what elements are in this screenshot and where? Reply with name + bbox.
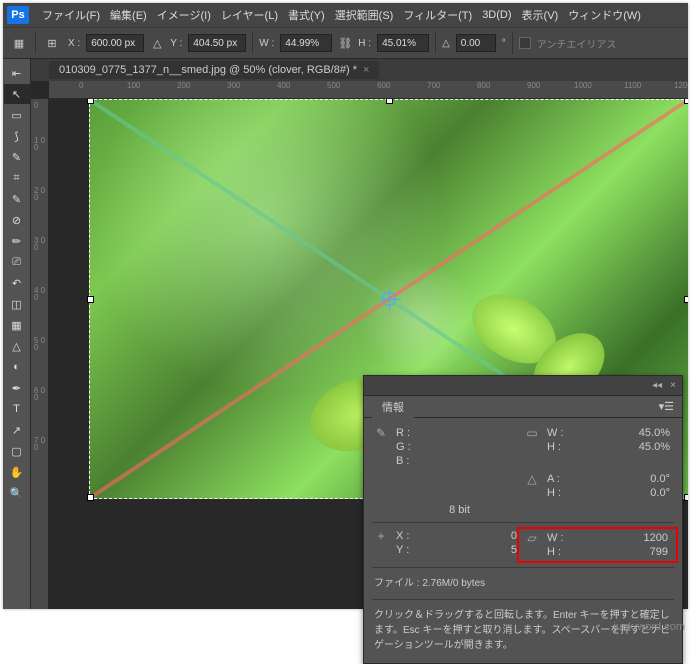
position-icon: + bbox=[372, 529, 390, 543]
app-logo[interactable]: Ps bbox=[7, 6, 29, 24]
antialias-checkbox[interactable] bbox=[519, 37, 531, 49]
y-input[interactable] bbox=[188, 34, 246, 52]
menu-window[interactable]: ウィンドウ(W) bbox=[563, 4, 646, 26]
file-size: ファイル : 2.76M/0 bytes bbox=[372, 572, 674, 595]
angle-input[interactable] bbox=[456, 34, 496, 52]
eraser-tool[interactable]: ◫ bbox=[4, 294, 30, 314]
dimensions-icon: ▭ bbox=[523, 426, 541, 440]
dimensions-icon: ▱ bbox=[523, 531, 541, 545]
move-tool[interactable]: ↖ bbox=[4, 84, 30, 104]
tab-title: 010309_0775_1377_n__smed.jpg @ 50% (clov… bbox=[59, 64, 357, 76]
hand-tool[interactable]: ✋ bbox=[4, 462, 30, 482]
eyedropper-tool[interactable]: ✎ bbox=[4, 189, 30, 209]
panel-header[interactable]: ◂◂ × bbox=[364, 376, 682, 396]
reference-point-icon[interactable]: ⊞ bbox=[42, 33, 62, 53]
history-brush-tool[interactable]: ↶ bbox=[4, 273, 30, 293]
pen-tool[interactable]: ✒ bbox=[4, 378, 30, 398]
menu-image[interactable]: イメージ(I) bbox=[152, 4, 216, 26]
menubar: Ps ファイル(F) 編集(E) イメージ(I) レイヤー(L) 書式(Y) 選… bbox=[3, 3, 688, 27]
tools-panel: ⇤ ↖ ▭ ⟆ ✎ ⌗ ✎ ⊘ ✏ ⎚ ↶ ◫ ▦ △ ◐ ✒ T ↗ ▢ ✋ … bbox=[3, 59, 31, 609]
collapse-icon[interactable]: ⇤ bbox=[4, 63, 30, 83]
menu-filter[interactable]: フィルター(T) bbox=[398, 4, 477, 26]
x-label: X : bbox=[68, 38, 80, 49]
document-tab[interactable]: 010309_0775_1377_n__smed.jpg @ 50% (clov… bbox=[49, 61, 379, 79]
link-icon[interactable]: ⛓ bbox=[338, 37, 352, 50]
bit-depth: 8 bit bbox=[396, 504, 523, 516]
triangle-icon: △ bbox=[150, 37, 164, 50]
gradient-tool[interactable]: ▦ bbox=[4, 315, 30, 335]
menu-type[interactable]: 書式(Y) bbox=[283, 4, 330, 26]
stamp-tool[interactable]: ⎚ bbox=[4, 252, 30, 272]
healing-tool[interactable]: ⊘ bbox=[4, 210, 30, 230]
w-label: W : bbox=[259, 38, 274, 49]
panel-tabs: 情報 ▾☰ bbox=[364, 396, 682, 418]
ruler-vertical[interactable]: 0 1 0 0 2 0 0 3 0 0 4 0 0 5 0 0 6 0 0 7 … bbox=[31, 99, 49, 609]
menu-edit[interactable]: 編集(E) bbox=[105, 4, 152, 26]
blur-tool[interactable]: △ bbox=[4, 336, 30, 356]
panel-menu-icon[interactable]: ▾☰ bbox=[659, 400, 674, 413]
angle-icon: △ bbox=[523, 472, 541, 486]
menu-select[interactable]: 選択範囲(S) bbox=[330, 4, 399, 26]
crop-tool[interactable]: ⌗ bbox=[4, 168, 30, 188]
lasso-tool[interactable]: ⟆ bbox=[4, 126, 30, 146]
main-area: ⇤ ↖ ▭ ⟆ ✎ ⌗ ✎ ⊘ ✏ ⎚ ↶ ◫ ▦ △ ◐ ✒ T ↗ ▢ ✋ … bbox=[3, 59, 688, 609]
type-tool[interactable]: T bbox=[4, 399, 30, 419]
menu-3d[interactable]: 3D(D) bbox=[477, 6, 516, 24]
menu-layer[interactable]: レイヤー(L) bbox=[216, 4, 283, 26]
menu-file[interactable]: ファイル(F) bbox=[37, 4, 105, 26]
tab-close-icon[interactable]: × bbox=[363, 64, 369, 76]
marquee-tool[interactable]: ▭ bbox=[4, 105, 30, 125]
x-input[interactable] bbox=[86, 34, 144, 52]
dodge-tool[interactable]: ◐ bbox=[4, 357, 30, 377]
ruler-horizontal[interactable]: 0 100 200 300 400 500 600 700 800 900 10… bbox=[49, 81, 688, 99]
y-label: Y : bbox=[170, 38, 182, 49]
highlighted-dimensions: ▱ W :1200 H :799 bbox=[517, 527, 678, 563]
quick-select-tool[interactable]: ✎ bbox=[4, 147, 30, 167]
antialias-label: アンチエイリアス bbox=[537, 36, 617, 51]
panel-close-icon[interactable]: × bbox=[670, 380, 676, 391]
info-tab[interactable]: 情報 bbox=[372, 396, 414, 418]
h-label: H : bbox=[358, 38, 371, 49]
panel-collapse-icon[interactable]: ◂◂ bbox=[652, 380, 662, 391]
photoshop-app: Ps ファイル(F) 編集(E) イメージ(I) レイヤー(L) 書式(Y) 選… bbox=[3, 3, 688, 609]
angle-unit: ° bbox=[502, 38, 506, 49]
watermark: junk-word.com bbox=[613, 621, 685, 633]
w-input[interactable] bbox=[280, 34, 332, 52]
path-select-tool[interactable]: ↗ bbox=[4, 420, 30, 440]
brush-tool[interactable]: ✏ bbox=[4, 231, 30, 251]
rectangle-tool[interactable]: ▢ bbox=[4, 441, 30, 461]
options-bar: ▦ ⊞ X : △ Y : W : ⛓ H : △ ° アンチエイリアス bbox=[3, 27, 688, 59]
h-input[interactable] bbox=[377, 34, 429, 52]
angle-label: △ bbox=[442, 38, 450, 49]
zoom-tool[interactable]: 🔍 bbox=[4, 483, 30, 503]
eyedropper-icon: ✎ bbox=[372, 426, 390, 440]
menu-view[interactable]: 表示(V) bbox=[517, 4, 564, 26]
document-tabs: 010309_0775_1377_n__smed.jpg @ 50% (clov… bbox=[31, 59, 688, 81]
tool-preset-icon[interactable]: ▦ bbox=[9, 33, 29, 53]
